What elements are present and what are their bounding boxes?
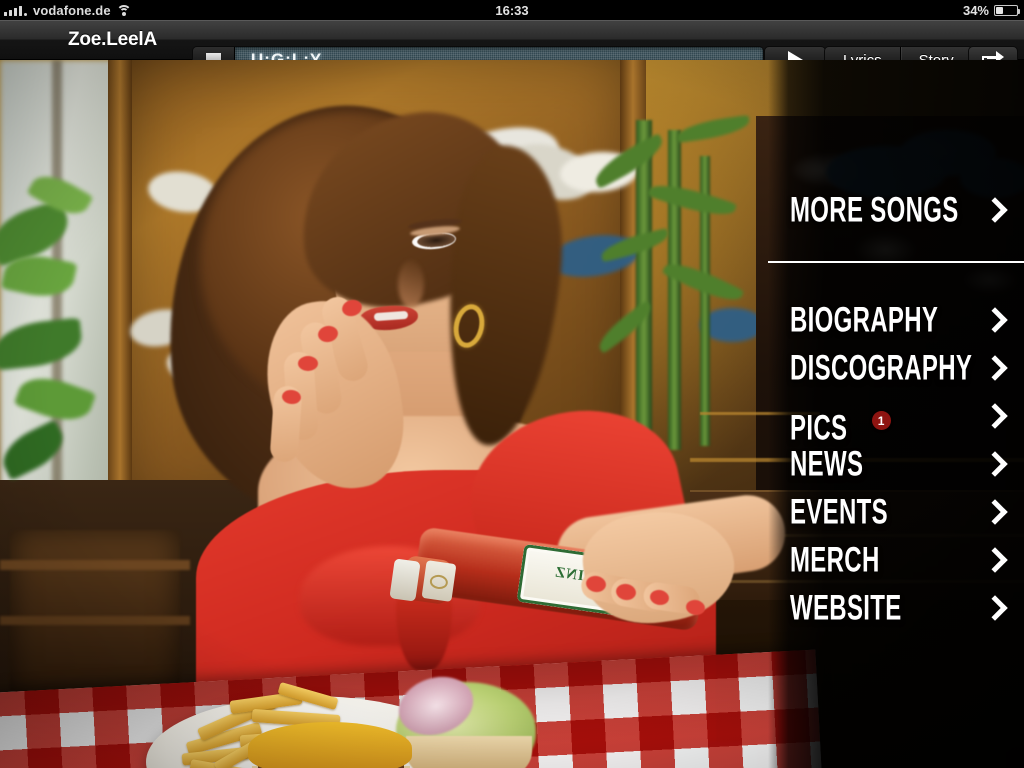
photo-cheeseburger <box>246 720 416 768</box>
chevron-right-icon <box>986 356 1002 382</box>
photo-panel-frame <box>108 60 132 528</box>
photo-bottle-cap <box>389 558 421 602</box>
clock-label: 16:33 <box>495 2 529 18</box>
menu-item-merch[interactable]: MERCH <box>790 534 1024 588</box>
menu-item-label: DISCOGRAPHY <box>790 348 973 388</box>
photo-chair-rail <box>0 616 190 625</box>
chevron-right-icon <box>986 404 1002 430</box>
photo-bamboo <box>668 130 681 450</box>
app-title: Zoe.LeelA <box>68 29 157 50</box>
photo-cheese <box>248 722 412 768</box>
photo-fingernail <box>298 356 318 371</box>
menu-item-label: MERCH <box>790 540 880 580</box>
player-toolbar: Zoe.LeelA U:G:L:Y Lyrics Story <box>0 20 1024 74</box>
navigation-menu-inner: MORE SONGS BIOGRAPHY DISCOGRAPHY PICS 1 … <box>768 60 1024 768</box>
photo-window-mullion <box>52 60 62 530</box>
battery-icon <box>994 4 1020 16</box>
battery-percent-label: 34% <box>962 2 989 18</box>
chevron-right-icon <box>986 596 1002 622</box>
menu-item-label: BIOGRAPHY <box>790 300 939 340</box>
chevron-right-icon <box>986 500 1002 526</box>
chevron-right-icon <box>986 308 1002 334</box>
photo-nose <box>398 260 424 308</box>
photo-salad-bun <box>406 736 532 768</box>
menu-item-label: NEWS <box>790 444 864 484</box>
menu-item-biography[interactable]: BIOGRAPHY <box>790 294 1024 348</box>
menu-divider <box>768 261 1024 263</box>
status-bar-right: 34% <box>962 0 1020 20</box>
chevron-right-icon <box>986 198 1002 224</box>
ios-status-bar: vodafone.de 16:33 34% <box>0 0 1024 20</box>
app-root: vodafone.de 16:33 34% Zoe.LeelA U:G:L:Y <box>0 0 1024 768</box>
menu-item-more-songs[interactable]: MORE SONGS <box>790 184 1024 238</box>
menu-item-events[interactable]: EVENTS <box>790 486 1024 540</box>
menu-item-news[interactable]: NEWS <box>790 438 1024 492</box>
photo-chair-rail <box>0 560 190 570</box>
menu-item-label: EVENTS <box>790 492 888 532</box>
chevron-right-icon <box>986 452 1002 478</box>
chevron-right-icon <box>986 548 1002 574</box>
photo-bottle-ring <box>421 560 457 602</box>
navigation-menu: MORE SONGS BIOGRAPHY DISCOGRAPHY PICS 1 … <box>768 60 1024 768</box>
menu-item-label: MORE SONGS <box>790 190 959 230</box>
menu-item-website[interactable]: WEBSITE <box>790 582 1024 636</box>
photo-chair <box>10 530 180 700</box>
menu-item-pics[interactable]: PICS 1 <box>790 390 1024 446</box>
menu-item-discography[interactable]: DISCOGRAPHY <box>790 342 1024 396</box>
menu-item-label: WEBSITE <box>790 588 902 628</box>
status-bar-center: 16:33 <box>0 0 1024 20</box>
status-badge: 1 <box>871 411 891 430</box>
photo-bamboo <box>636 120 652 450</box>
